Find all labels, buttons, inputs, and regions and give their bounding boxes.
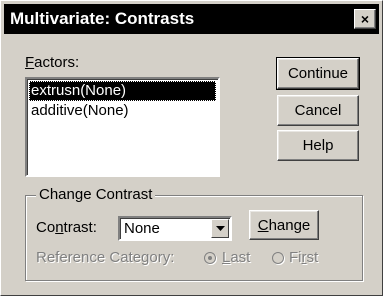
factors-label: Factors: (25, 54, 79, 71)
dialog-title: Multivariate: Contrasts (10, 9, 195, 28)
radio-selected-dot (208, 256, 212, 260)
close-button[interactable]: × (354, 9, 376, 29)
contrast-select-value: None (124, 220, 160, 237)
last-radio[interactable] (204, 252, 216, 264)
first-radio-pre: Fi (289, 249, 302, 266)
last-radio-rest: ast (230, 249, 251, 266)
contrast-label-accel: n (55, 219, 64, 236)
list-item-additive[interactable]: additive(None) (29, 101, 216, 121)
change-button-rest: hange (268, 216, 311, 234)
close-icon: × (360, 11, 370, 27)
factors-listbox[interactable]: extrusn(None) additive(None) (25, 77, 220, 177)
continue-button[interactable]: Continue (276, 57, 360, 90)
factors-label-accel: F (25, 54, 35, 71)
last-radio-label: Last (222, 249, 250, 266)
help-button[interactable]: Help (277, 130, 359, 161)
contrast-select[interactable]: None (118, 216, 232, 241)
list-item-extrusn[interactable]: extrusn(None) (29, 81, 216, 101)
change-button[interactable]: Change (249, 210, 319, 240)
contrast-label: Contrast: (36, 219, 97, 236)
first-radio-label: First (289, 249, 318, 266)
factors-label-rest: actors: (34, 54, 80, 71)
contrast-label-pre: Co (36, 219, 56, 236)
change-contrast-group-label: Change Contrast (36, 186, 156, 203)
contrast-dropdown-button[interactable] (211, 219, 229, 238)
change-button-accel: C (257, 216, 269, 234)
first-radio-post: st (306, 249, 319, 266)
cancel-button[interactable]: Cancel (277, 95, 359, 126)
title-bar: Multivariate: Contrasts × (4, 4, 379, 34)
first-radio[interactable] (272, 252, 284, 264)
contrast-label-post: trast: (63, 219, 97, 236)
reference-category-label: Reference Category: (36, 249, 175, 266)
chevron-down-icon (215, 226, 225, 231)
